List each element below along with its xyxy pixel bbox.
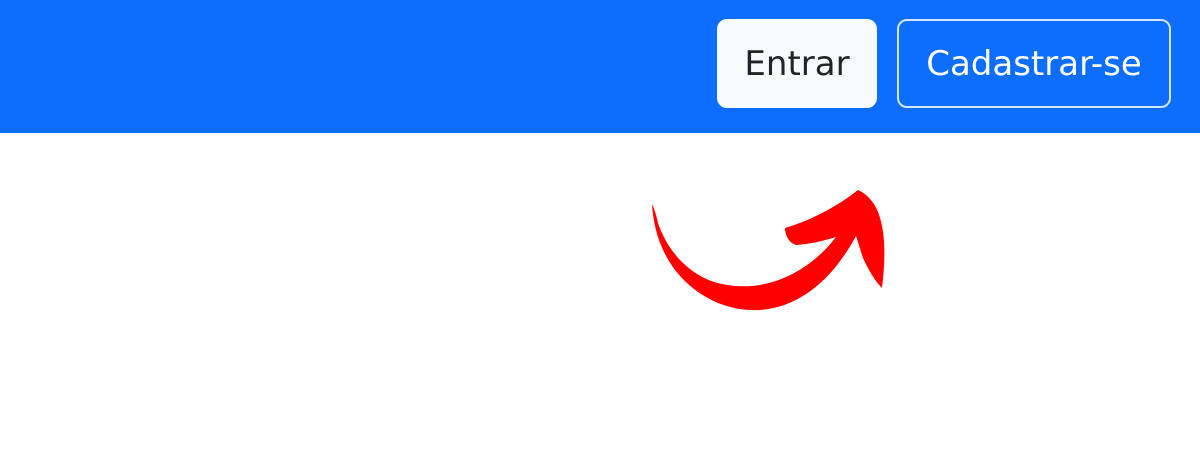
login-button[interactable]: Entrar bbox=[717, 19, 877, 108]
top-navbar: Entrar Cadastrar-se bbox=[0, 0, 1200, 133]
curved-arrow-icon bbox=[652, 190, 885, 311]
page: Entrar Cadastrar-se bbox=[0, 0, 1200, 450]
signup-button[interactable]: Cadastrar-se bbox=[897, 19, 1171, 108]
